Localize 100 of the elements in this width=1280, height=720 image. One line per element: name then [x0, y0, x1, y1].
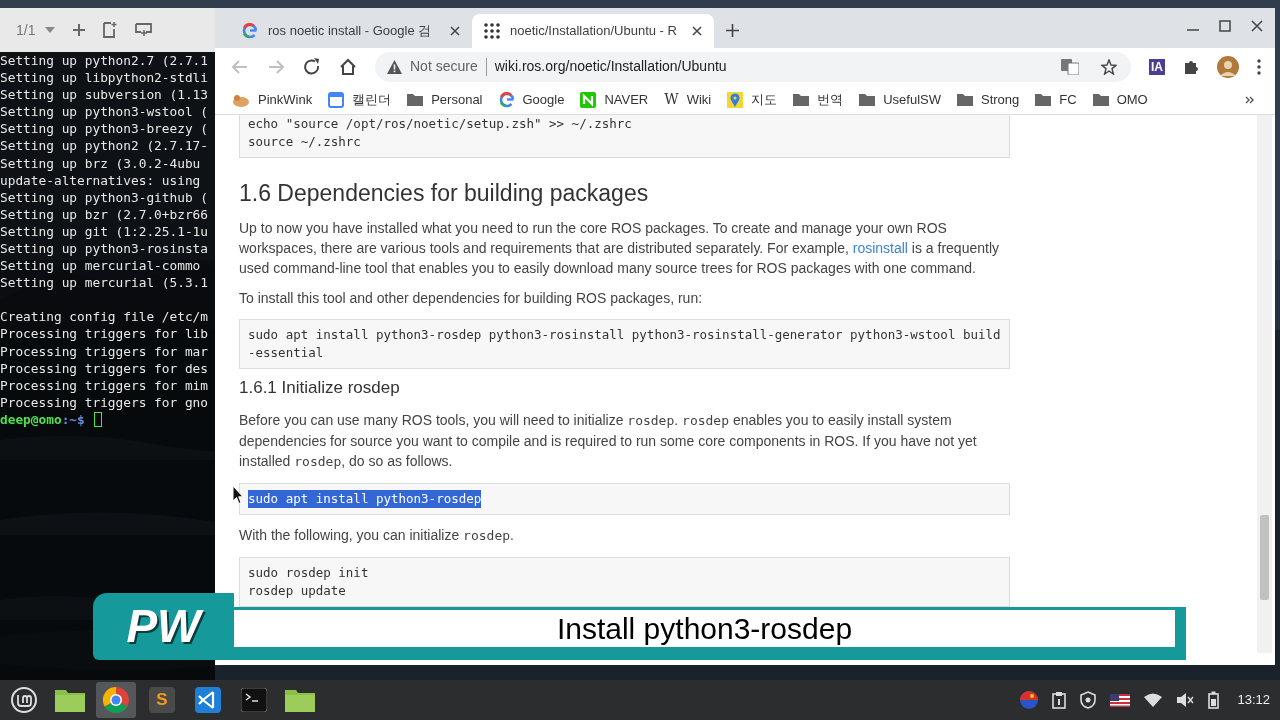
terminal-line: Setting up bzr (2.7.0+bzr66	[0, 205, 210, 223]
terminal-line: Setting up subversion (1.13	[0, 86, 210, 104]
terminal-line: Setting up mercurial-commo	[0, 257, 202, 275]
channel-logo: PW	[93, 593, 234, 660]
paragraph: Up to now you have installed what you need to run the core ROS packages. To create and manage your own ROS workspaces, there are various tools and requirements that are distributed separately. For example, rosinstall is a frequently used command-line tool that enables you to easily download many source trees for ROS packages with one command.	[239, 219, 1001, 278]
terminal-line: Processing triggers for gno	[0, 393, 210, 411]
folder-icon[interactable]	[55, 688, 85, 712]
bookmark[interactable]: PinkWink	[232, 87, 313, 112]
folder-icon[interactable]	[285, 688, 315, 712]
bookmark[interactable]: NAVER	[580, 87, 649, 112]
folder-icon[interactable]	[1035, 93, 1052, 106]
scrollbar-thumb[interactable]	[1260, 515, 1269, 600]
paragraph: With the following, you can initialize rosdep.	[239, 526, 515, 545]
calendar-icon[interactable]	[328, 91, 345, 108]
extension-badge[interactable]: IA	[1149, 58, 1165, 75]
clock[interactable]: 13:12	[1237, 690, 1270, 710]
caption-text: Install python3-rosdep	[234, 607, 1178, 650]
bookmark[interactable]: UsefulSW	[859, 87, 941, 112]
wifi-icon[interactable]	[1144, 693, 1163, 707]
section-heading: 1.6 Dependencies for building packages	[239, 179, 650, 208]
terminal-line: Processing triggers for lib	[0, 325, 210, 343]
volume-icon[interactable]	[1176, 692, 1195, 708]
sublime-icon: S	[149, 687, 175, 713]
bookmark[interactable]: 캘린더	[328, 87, 392, 112]
plus-icon[interactable]	[73, 24, 86, 36]
terminal-line: Creating config file /etc/m	[0, 308, 210, 326]
home-icon[interactable]	[339, 57, 357, 76]
bookmark[interactable]: W Wiki	[664, 87, 712, 112]
bookmark[interactable]: FC	[1035, 87, 1077, 112]
close-icon[interactable]	[692, 26, 702, 36]
terminal-line: Setting up python3-rosinsta	[0, 240, 210, 258]
chrome-icon[interactable]	[102, 686, 130, 714]
browser-tab[interactable]: noetic/Installation/Ubuntu - R	[472, 14, 714, 48]
tab-title: noetic/Installation/Ubuntu - R	[510, 22, 678, 41]
terminal-line: Processing triggers for mar	[0, 342, 210, 360]
google-icon[interactable]	[242, 23, 258, 39]
google-icon[interactable]	[498, 91, 515, 108]
code-line: sudo apt install python3-rosdep python3-rosinstall python3-rosinstall-generator python3-wstool build-essential	[248, 326, 1001, 362]
vscode-icon[interactable]	[195, 687, 221, 713]
animal-icon[interactable]	[232, 92, 250, 107]
flag-icon[interactable]	[1110, 693, 1131, 707]
clipboard-icon[interactable]	[1052, 691, 1067, 709]
warning-icon[interactable]	[387, 59, 402, 74]
code-line: echo "source /opt/ros/noetic/setup.zsh" >> ~/.zshrc	[248, 115, 632, 133]
bookmark[interactable]: OMO	[1092, 87, 1148, 112]
prompt-user: deep@omo	[0, 410, 62, 428]
battery-icon[interactable]	[1208, 691, 1220, 709]
browser-tab[interactable]: ros noetic install - Google 검	[230, 14, 472, 48]
tab-counter[interactable]: 1/1	[16, 19, 36, 41]
star-icon[interactable]	[1101, 58, 1117, 75]
code-line: rosdep update	[248, 582, 346, 600]
new-tab-icon[interactable]	[726, 24, 739, 37]
new-document-icon[interactable]	[103, 22, 118, 38]
terminal-line: Setting up python3-wstool (	[0, 103, 210, 121]
mint-icon[interactable]	[11, 687, 37, 713]
code-line: sudo rosdep init	[248, 564, 369, 582]
terminal-line: Setting up python2 (2.7.17-	[0, 137, 210, 155]
puzzle-icon[interactable]	[1183, 58, 1199, 75]
terminal-line: update-alternatives: using	[0, 171, 202, 189]
bookmark[interactable]: Google	[498, 87, 565, 112]
terminal-line: Setting up mercurial (5.3.1	[0, 274, 210, 292]
terminal-line: Setting up python3-breezy (	[0, 120, 210, 138]
subsection-heading: 1.6.1 Initialize rosdep	[239, 377, 401, 399]
terminal-line: Setting up git (1:2.25.1-1u	[0, 222, 210, 241]
bookmark[interactable]: Strong	[957, 87, 1020, 112]
map-pin-icon[interactable]	[727, 91, 744, 108]
maximize-icon[interactable]	[1219, 20, 1231, 32]
paragraph: Before you can use many ROS tools, you will need to initialize rosdep. rosdep enables you to easily install system dependencies for source you want to compile and is required to run some core components in ROS. If you have not yet installed rosdep, do so as follows.	[239, 411, 978, 471]
paragraph: To install this tool and other dependencies for building ROS packages, run:	[239, 289, 704, 308]
terminal-line: Processing triggers for des	[0, 359, 210, 377]
url-text: wiki.ros.org/noetic/Installation/Ubuntu	[494, 57, 728, 76]
grid-icon[interactable]	[484, 23, 500, 39]
taegeuk-icon[interactable]	[1020, 691, 1039, 709]
link[interactable]: rosinstall	[852, 240, 908, 256]
terminal-icon[interactable]	[241, 688, 267, 712]
terminal-line: Processing triggers for mim	[0, 376, 210, 394]
terminal-line: Setting up brz (3.0.2-4ubu	[0, 154, 202, 172]
shield-icon[interactable]	[1080, 691, 1097, 709]
bookmark[interactable]: Personal	[407, 87, 483, 112]
dropdown-icon[interactable]	[45, 27, 56, 33]
translate-icon[interactable]	[1061, 58, 1079, 75]
folder-icon[interactable]	[859, 93, 876, 106]
folder-icon[interactable]	[1092, 93, 1109, 106]
avatar-icon[interactable]	[1217, 55, 1239, 78]
more-icon[interactable]	[1257, 58, 1261, 75]
bookmark[interactable]: 번역	[793, 87, 844, 112]
terminal-line: Setting up python2.7 (2.7.1	[0, 52, 210, 70]
code-line: source ~/.zshrc	[248, 133, 361, 151]
folder-icon[interactable]	[407, 93, 424, 106]
address-bar[interactable]: Not secure wiki.ros.org/noetic/Installation/Ubuntu	[375, 51, 1131, 82]
bookmark[interactable]: 지도	[727, 87, 778, 112]
taskbar-button[interactable]: S	[142, 682, 182, 718]
chevron-icon[interactable]	[1245, 95, 1255, 104]
close-icon[interactable]	[450, 26, 460, 36]
window-icon[interactable]	[135, 23, 154, 37]
folder-icon[interactable]	[793, 93, 810, 106]
folder-icon[interactable]	[957, 93, 973, 106]
tab-title: ros noetic install - Google 검	[268, 22, 433, 41]
reload-icon[interactable]	[303, 57, 321, 76]
close-icon[interactable]	[1251, 20, 1263, 32]
